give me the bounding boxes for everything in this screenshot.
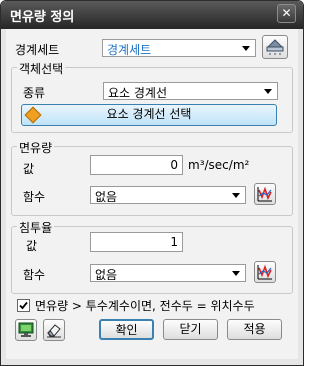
select-boundary-button-label: 요소 경계선 선택: [106, 107, 192, 121]
close-icon[interactable]: ✕: [277, 4, 296, 23]
function-graph-icon: [257, 186, 272, 202]
apply-button[interactable]: 적용: [227, 319, 282, 340]
function-graph-icon: [257, 264, 272, 280]
type-select[interactable]: 요소 경계선: [103, 82, 278, 100]
select-diamond-icon: [24, 106, 42, 124]
dialog-body: 경계세트 경계세트 객체선택 종류 요소 경계선 요소 경계선 선택 면유량 값…: [6, 29, 298, 359]
seepage-head-checkbox[interactable]: [17, 299, 30, 312]
flux-function-select[interactable]: 없음: [90, 186, 246, 204]
eraser-button[interactable]: [43, 319, 65, 341]
flux-unit: m³/sec/m²: [188, 158, 250, 172]
eraser-icon: [47, 324, 61, 338]
monitor-icon: [18, 322, 34, 337]
chevron-down-icon: [242, 46, 250, 51]
type-value: 요소 경계선: [108, 86, 168, 100]
infiltration-value: 1: [170, 235, 178, 249]
seepage-head-option-label: 면유량 > 투수계수이면, 전수두 = 위치수두: [35, 299, 255, 313]
infiltration-value-input[interactable]: 1: [90, 232, 183, 252]
infiltration-function-label: 함수: [23, 268, 46, 282]
flux-function-label: 함수: [23, 190, 46, 204]
infiltration-function-value: 없음: [95, 268, 118, 282]
boundary-set-select[interactable]: 경계세트: [102, 39, 256, 57]
object-select-legend: 객체선택: [17, 60, 66, 77]
chevron-down-icon: [232, 271, 240, 276]
dialog-window: 면유량 정의 ✕ 경계세트 경계세트 객체선택 종류 요소 경계선 요소 경계선…: [0, 0, 304, 366]
chevron-down-icon: [264, 89, 272, 94]
select-boundary-button[interactable]: 요소 경계선 선택: [21, 104, 277, 126]
flux-function-graph-button[interactable]: [254, 183, 276, 205]
type-label: 종류: [23, 86, 46, 100]
dialog-title: 면유량 정의: [10, 10, 75, 25]
flux-value: 0: [170, 158, 178, 172]
infiltration-value-label: 값: [26, 239, 38, 253]
checkmark-icon: [19, 301, 28, 310]
flux-value-label: 값: [23, 162, 35, 176]
ok-button[interactable]: 확인: [99, 319, 154, 340]
infiltration-function-graph-button[interactable]: [254, 261, 276, 283]
flux-value-input[interactable]: 0: [90, 155, 183, 175]
model-view-button[interactable]: [15, 319, 37, 341]
boundary-set-icon: [266, 39, 284, 55]
boundary-set-label: 경계세트: [15, 43, 60, 57]
close-button[interactable]: 닫기: [163, 319, 218, 340]
infiltration-legend: 침투율: [17, 219, 55, 236]
flux-legend: 면유량: [17, 139, 55, 156]
infiltration-function-select[interactable]: 없음: [90, 264, 246, 282]
title-bar[interactable]: 면유량 정의 ✕: [1, 1, 303, 29]
chevron-down-icon: [232, 193, 240, 198]
boundary-set-value: 경계세트: [107, 43, 152, 57]
boundary-set-manager-button[interactable]: [262, 35, 288, 59]
flux-function-value: 없음: [95, 190, 118, 204]
